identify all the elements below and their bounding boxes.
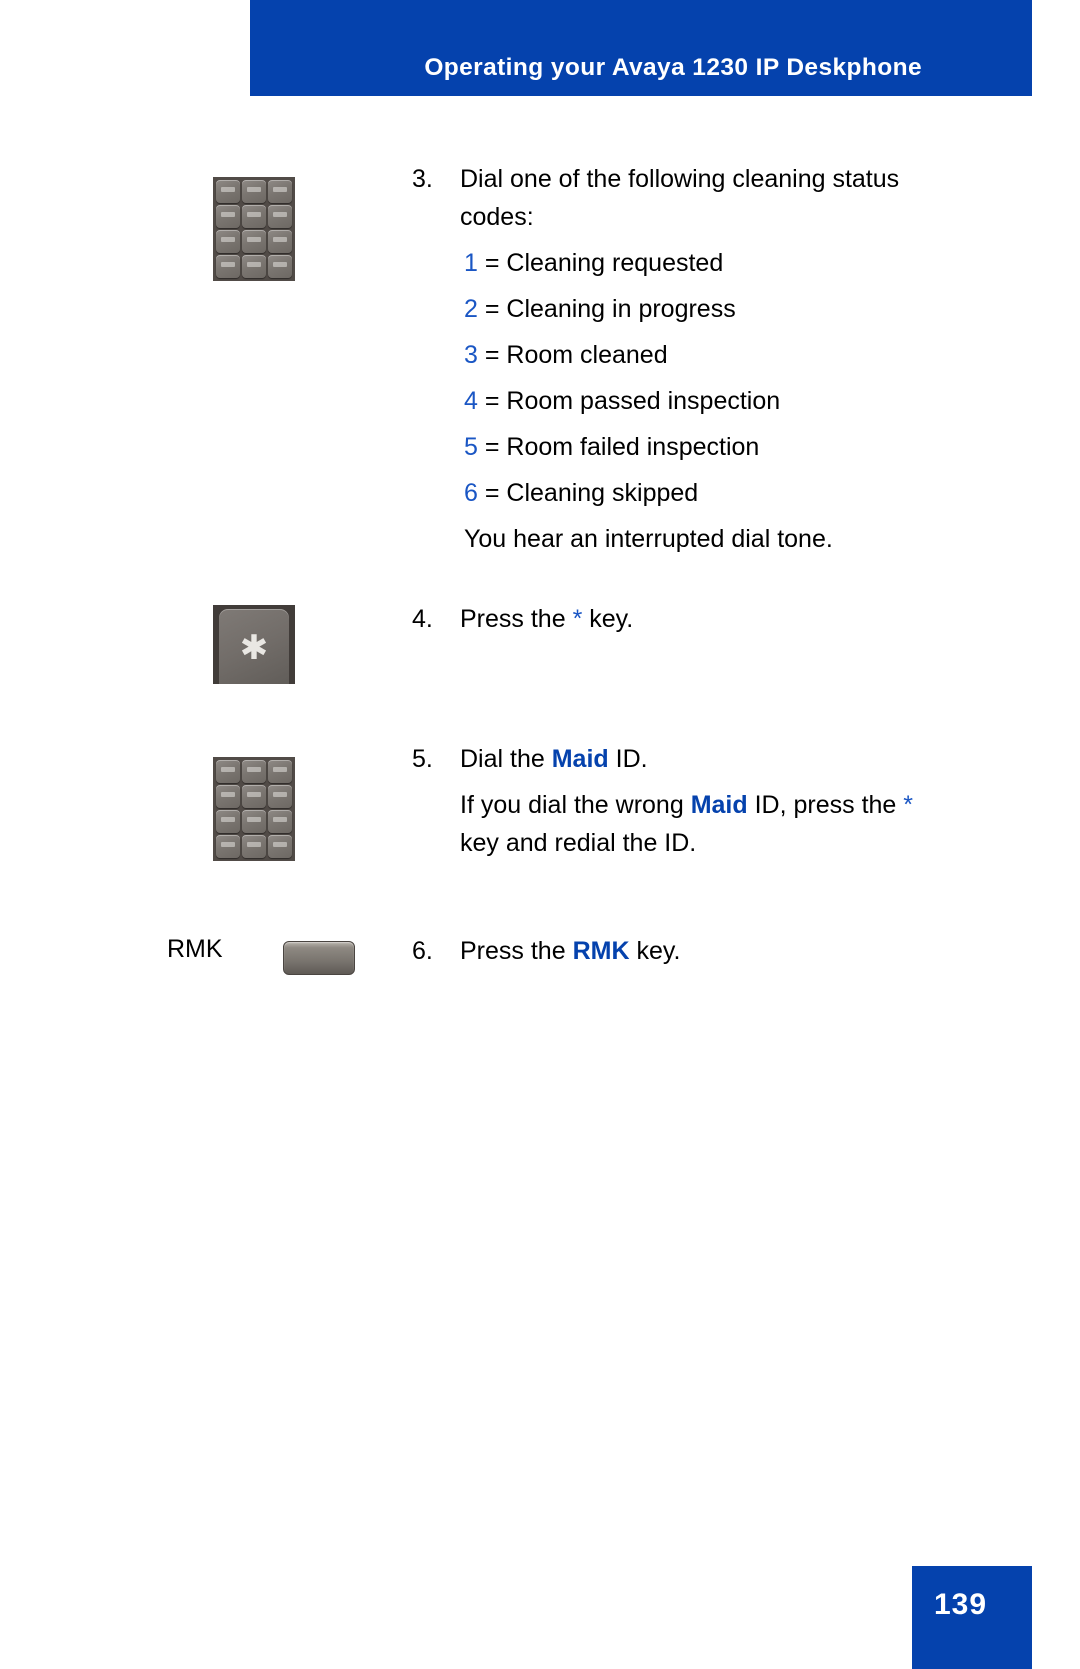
keypad-key-star: [216, 835, 240, 858]
keypad-key-6: [268, 205, 292, 228]
keypad-key-2: [242, 760, 266, 783]
keypad-key-pound: [268, 255, 292, 278]
page-number-block: 139: [912, 1566, 1032, 1669]
step-5-sub-c: key and redial the ID.: [460, 829, 697, 857]
code-list-item: 3 = Room cleaned: [464, 332, 960, 378]
maid-term: Maid: [551, 745, 609, 773]
keypad-key-6: [268, 785, 292, 808]
code-meaning: Cleaning skipped: [506, 479, 699, 507]
step-5-instruction: Dial the Maid ID.: [460, 740, 930, 778]
step-4-text-after: key.: [582, 605, 634, 633]
step-6-number: 6.: [412, 937, 433, 965]
code-meaning: Room cleaned: [506, 341, 668, 369]
keypad-key-9: [268, 810, 292, 833]
page-title: Operating your Avaya 1230 IP Deskphone: [424, 54, 922, 81]
step-4-artwork: ✱: [160, 600, 400, 720]
star-key-cap: ✱: [219, 609, 289, 684]
keypad-key-pound: [268, 835, 292, 858]
soft-key-icon: [283, 941, 355, 975]
code-meaning: Cleaning in progress: [506, 295, 736, 323]
step-4-number: 4.: [412, 605, 433, 633]
keypad-key-3: [268, 180, 292, 203]
step-4-instruction: Press the * key.: [460, 600, 930, 638]
cleaning-status-code-list: 1 = Cleaning requested 2 = Cleaning in p…: [460, 240, 960, 562]
keypad-key-3: [268, 760, 292, 783]
code-separator: =: [477, 387, 507, 415]
code-list-item: 6 = Cleaning skipped: [464, 470, 960, 516]
keypad-key-star: [216, 255, 240, 278]
keypad-key-0: [242, 255, 266, 278]
step-5-text-before: Dial the: [460, 745, 552, 773]
code-meaning: Cleaning requested: [506, 249, 724, 277]
document-page: Operating your Avaya 1230 IP Deskphone 3…: [0, 0, 1080, 1669]
code-list-item: 1 = Cleaning requested: [464, 240, 960, 286]
step-5-number: 5.: [412, 745, 433, 773]
code-key: 4: [464, 387, 478, 415]
soft-key-feature-label: RMK: [167, 935, 223, 963]
keypad-key-8: [242, 230, 266, 253]
keypad-key-0: [242, 835, 266, 858]
step-4-text-before: Press the: [460, 605, 573, 633]
code-key: 2: [464, 295, 478, 323]
code-key: 6: [464, 479, 478, 507]
code-key: 5: [464, 433, 478, 461]
rmk-term: RMK: [572, 937, 630, 965]
code-meaning: Room passed inspection: [506, 387, 781, 415]
step-3-artwork: [160, 160, 400, 281]
step-6-instruction: Press the RMK key.: [460, 932, 930, 970]
code-list-item: 2 = Cleaning in progress: [464, 286, 960, 332]
page-number: 139: [934, 1588, 988, 1621]
code-separator: =: [477, 249, 507, 277]
keypad-key-1: [216, 180, 240, 203]
dial-tone-note: You hear an interrupted dial tone.: [464, 525, 833, 553]
step-4-star-highlight: *: [572, 605, 583, 633]
code-key: 3: [464, 341, 478, 369]
star-key-icon: ✱: [213, 605, 295, 684]
step-5-sub-b: ID, press the: [747, 791, 904, 819]
step-6-text-before: Press the: [460, 937, 573, 965]
code-separator: =: [477, 479, 507, 507]
maid-term: Maid: [690, 791, 748, 819]
code-separator: =: [477, 341, 507, 369]
step-5-artwork: [160, 740, 400, 861]
step-3-instruction: Dial one of the following cleaning statu…: [460, 165, 900, 231]
keypad-key-9: [268, 230, 292, 253]
code-meaning: Room failed inspection: [506, 433, 760, 461]
code-list-item: 5 = Room failed inspection: [464, 424, 960, 470]
keypad-key-5: [242, 785, 266, 808]
keypad-key-2: [242, 180, 266, 203]
code-key: 1: [464, 249, 478, 277]
step-5-sub-note: If you dial the wrong Maid ID, press the…: [460, 786, 940, 862]
step-3-number: 3.: [412, 165, 433, 193]
step-5-text-after: ID.: [608, 745, 648, 773]
step-5-sub-a: If you dial the wrong: [460, 791, 691, 819]
keypad-key-7: [216, 810, 240, 833]
keypad-key-1: [216, 760, 240, 783]
step-6-artwork: RMK: [160, 932, 400, 1052]
keypad-key-4: [216, 205, 240, 228]
code-separator: =: [477, 295, 507, 323]
keypad-key-7: [216, 230, 240, 253]
keypad-key-5: [242, 205, 266, 228]
asterisk-icon: ✱: [239, 629, 269, 667]
header-banner: Operating your Avaya 1230 IP Deskphone: [250, 0, 1032, 96]
step-5-star-highlight: *: [903, 791, 914, 819]
numeric-keypad-icon: [213, 177, 295, 281]
code-separator: =: [477, 433, 507, 461]
code-list-item: 4 = Room passed inspection: [464, 378, 960, 424]
step-6-text-after: key.: [629, 937, 681, 965]
keypad-key-4: [216, 785, 240, 808]
numeric-keypad-icon: [213, 757, 295, 861]
keypad-key-8: [242, 810, 266, 833]
